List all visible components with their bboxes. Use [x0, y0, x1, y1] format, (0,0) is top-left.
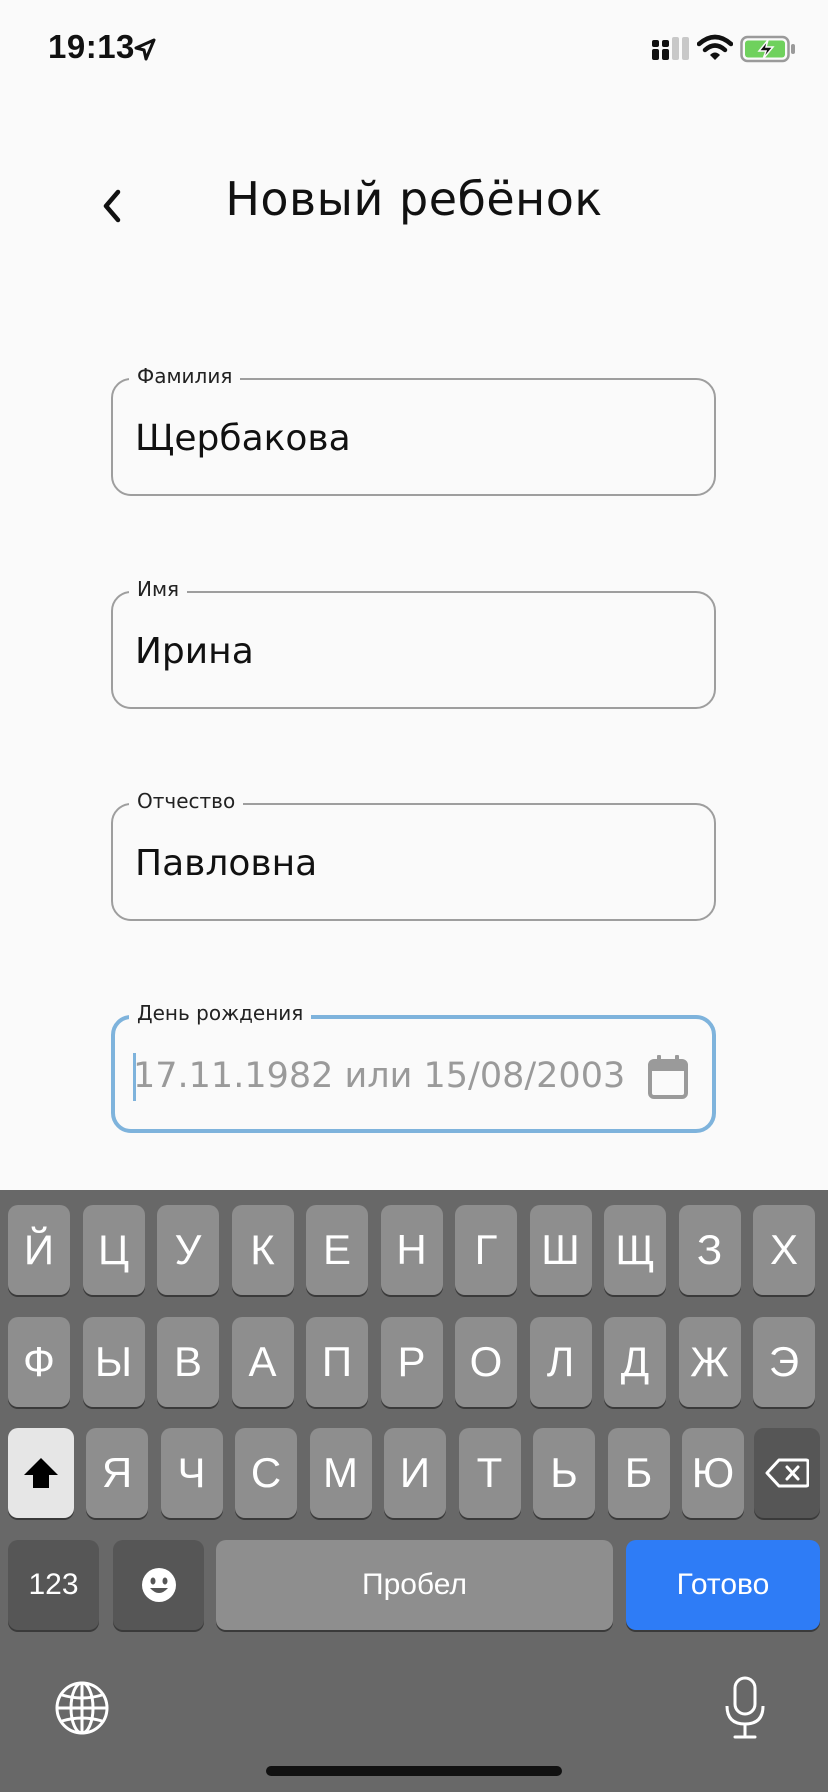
letter-key[interactable]: Ц [82, 1205, 145, 1295]
letter-key[interactable]: Ю [682, 1428, 744, 1518]
surname-field[interactable]: Фамилия Щербакова [111, 364, 716, 496]
letter-key[interactable]: Й [8, 1205, 70, 1295]
battery-charging-icon [740, 35, 795, 63]
name-field[interactable]: Имя Ирина [111, 577, 716, 709]
numbers-key[interactable]: 123 [8, 1540, 99, 1630]
letter-key[interactable]: М [309, 1428, 372, 1518]
letter-key[interactable]: У [157, 1205, 219, 1295]
letter-key[interactable]: Р [380, 1317, 443, 1407]
emoji-key[interactable] [113, 1540, 204, 1630]
backspace-icon [765, 1458, 809, 1488]
letter-key[interactable]: В [157, 1317, 219, 1407]
letter-key[interactable]: З [678, 1205, 741, 1295]
globe-icon[interactable] [54, 1680, 110, 1736]
letter-key[interactable]: И [384, 1428, 446, 1518]
letter-key[interactable]: К [231, 1205, 294, 1295]
text-caret [133, 1053, 136, 1101]
letter-key[interactable]: О [455, 1317, 517, 1407]
surname-value: Щербакова [135, 418, 351, 459]
patronymic-value: Павловна [135, 843, 318, 884]
patronymic-label: Отчество [129, 789, 244, 813]
letter-key[interactable]: С [235, 1428, 297, 1518]
name-value: Ирина [135, 631, 254, 672]
letter-key[interactable]: П [306, 1317, 368, 1407]
birthday-placeholder: 17.11.1982 или 15/08/2003 [133, 1056, 626, 1096]
letter-key[interactable]: Л [529, 1317, 592, 1407]
letter-key[interactable]: Г [455, 1205, 517, 1295]
location-arrow-icon [134, 38, 156, 61]
emoji-icon [141, 1568, 176, 1602]
letter-key[interactable]: Д [604, 1317, 666, 1407]
name-label: Имя [129, 577, 188, 601]
keyboard: ЙЦУКЕНГШЩЗХ ФЫВАПРОЛДЖЭ ЯЧСМИТЬБЮ 123 Пр… [0, 1190, 828, 1792]
letter-key[interactable]: Ы [82, 1317, 145, 1407]
letter-key[interactable]: Ф [8, 1317, 70, 1407]
letter-key[interactable]: Ш [529, 1205, 592, 1295]
shift-icon [24, 1458, 58, 1488]
letter-key[interactable]: Т [458, 1428, 521, 1518]
letter-key[interactable]: Ь [533, 1428, 595, 1518]
letter-key[interactable]: Ж [678, 1317, 741, 1407]
letter-key[interactable]: Ч [160, 1428, 223, 1518]
done-key[interactable]: Готово [626, 1540, 820, 1630]
letter-key[interactable]: Х [753, 1205, 815, 1295]
birthday-field[interactable]: День рождения 17.11.1982 или 15/08/2003 [111, 1001, 716, 1133]
letter-key[interactable]: Н [380, 1205, 443, 1295]
status-time: 19:13 [48, 28, 135, 65]
shift-key[interactable] [8, 1428, 74, 1518]
backspace-key[interactable] [754, 1428, 820, 1518]
letter-key[interactable]: А [231, 1317, 294, 1407]
chevron-left-icon [103, 189, 121, 223]
page-title: Новый ребёнок [225, 172, 603, 226]
birthday-label: День рождения [129, 1001, 312, 1025]
wifi-icon [697, 34, 733, 60]
patronymic-field[interactable]: Отчество Павловна [111, 789, 716, 921]
back-button[interactable] [88, 176, 136, 236]
status-bar: 19:13 [0, 0, 828, 100]
letter-key[interactable]: Я [86, 1428, 148, 1518]
letter-key[interactable]: Е [306, 1205, 368, 1295]
home-indicator [266, 1766, 562, 1776]
letter-key[interactable]: Щ [604, 1205, 666, 1295]
microphone-icon[interactable] [722, 1676, 768, 1740]
letter-key[interactable]: Б [607, 1428, 670, 1518]
cellular-signal-icon [652, 37, 689, 60]
space-key[interactable]: Пробел [216, 1540, 613, 1630]
calendar-icon[interactable] [646, 1053, 690, 1101]
letter-key[interactable]: Э [753, 1317, 815, 1407]
surname-label: Фамилия [129, 364, 241, 388]
